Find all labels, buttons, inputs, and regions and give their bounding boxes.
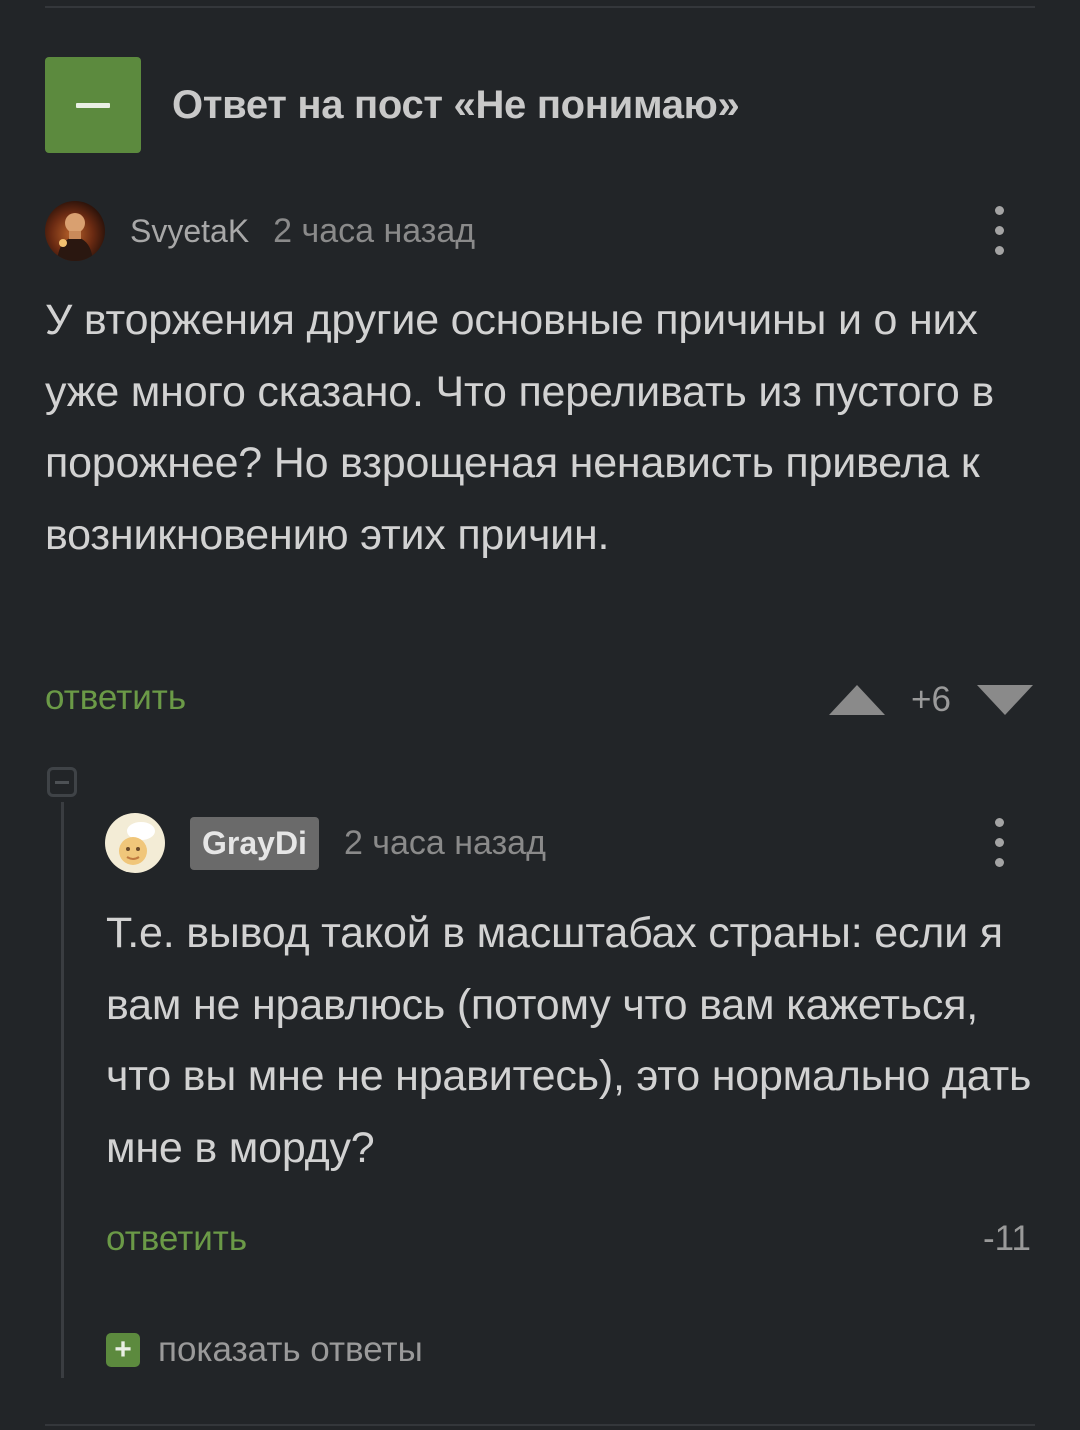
- username[interactable]: SvyetaK: [130, 213, 249, 250]
- bottom-divider: [45, 1424, 1035, 1426]
- collapse-minus-icon: [76, 102, 110, 108]
- collapse-post-button[interactable]: [45, 57, 141, 153]
- comment-rating: +6: [829, 680, 1033, 720]
- user-avatar[interactable]: [105, 813, 165, 873]
- collapse-minus-icon: [55, 780, 69, 784]
- username-badge[interactable]: GrayDi: [190, 816, 319, 870]
- more-vertical-icon: [994, 206, 1004, 215]
- more-options-button[interactable]: [989, 818, 1009, 867]
- comment-meta: SvyetaK 2 часа назад: [45, 200, 475, 262]
- more-vertical-icon: [994, 818, 1004, 827]
- comment-meta: GrayDi 2 часа назад: [105, 812, 546, 874]
- thread-line[interactable]: [61, 802, 64, 1378]
- reply-link[interactable]: ответить: [45, 678, 186, 718]
- user-avatar[interactable]: [45, 201, 105, 261]
- comment-text: У вторжения другие основные причины и о …: [45, 296, 994, 559]
- rating-value: +6: [911, 680, 951, 719]
- avatar-chef-icon: [119, 822, 155, 865]
- show-replies-button[interactable]: + показать ответы: [106, 1330, 423, 1370]
- comment-text: Т.е. вывод такой в масштабах страны: есл…: [106, 909, 1032, 1172]
- upvote-arrow-icon[interactable]: [829, 685, 885, 715]
- post-title[interactable]: Ответ на пост «Не понимаю»: [172, 83, 740, 128]
- plus-icon: +: [106, 1333, 140, 1367]
- avatar-portrait-icon: [57, 213, 93, 261]
- collapse-thread-button[interactable]: [47, 767, 77, 797]
- reply-link[interactable]: ответить: [106, 1219, 247, 1259]
- top-divider: [45, 6, 1035, 8]
- comment-timestamp: 2 часа назад: [343, 823, 546, 862]
- more-options-button[interactable]: [989, 206, 1009, 255]
- post-header: Ответ на пост «Не понимаю»: [45, 57, 740, 153]
- downvote-arrow-icon[interactable]: [976, 685, 1033, 715]
- rating-value: -11: [983, 1219, 1031, 1258]
- comment-timestamp: 2 часа назад: [273, 211, 476, 250]
- comment-rating: -11: [983, 1219, 1031, 1259]
- show-replies-label: показать ответы: [158, 1330, 423, 1369]
